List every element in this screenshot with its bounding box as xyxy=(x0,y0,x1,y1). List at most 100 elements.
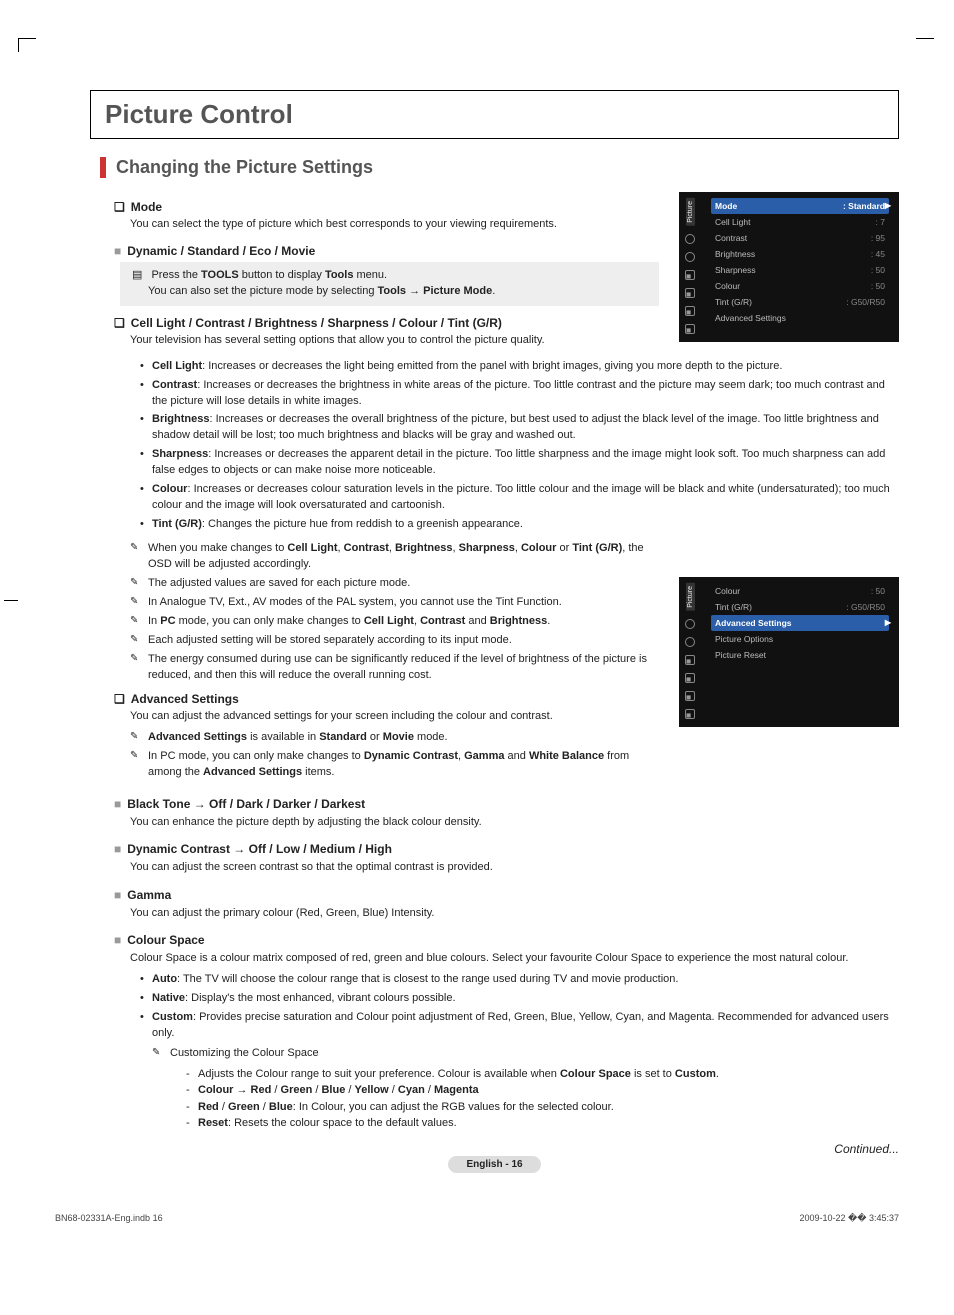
t: PC xyxy=(160,615,175,627)
osd-row: Colour: 50 xyxy=(711,278,889,294)
osd-panel-2: Picture Colour: 50Tint (G/R): G50/R50Adv… xyxy=(679,577,899,727)
t: . xyxy=(492,285,495,297)
t: or xyxy=(556,542,572,554)
t: Custom xyxy=(675,1068,716,1080)
osd-label: Brightness xyxy=(715,249,755,259)
t: TOOLS xyxy=(201,269,239,281)
osd-label: Sharpness xyxy=(715,265,756,275)
osd-icon xyxy=(685,252,695,262)
list-item: Custom: Provides precise saturation and … xyxy=(140,1010,899,1132)
osd-row: Colour : 50 xyxy=(711,583,889,599)
note: The adjusted values are saved for each p… xyxy=(130,576,659,592)
t: : Increases or decreases the brightness … xyxy=(152,379,885,407)
t: : Increases or decreases colour saturati… xyxy=(152,483,890,511)
osd-value: : Standard xyxy=(843,201,885,211)
osd-row: Advanced Settings xyxy=(711,310,889,326)
settings-list: Cell Light: Increases or decreases the l… xyxy=(140,359,899,533)
dyncontrast-heading: Dynamic Contrast → Off / Low / Medium / … xyxy=(114,842,899,856)
osd-value: : 50 xyxy=(871,586,885,596)
note: Each adjusted setting will be stored sep… xyxy=(130,633,659,649)
page-number: English - 16 xyxy=(448,1156,540,1173)
osd-label: Contrast xyxy=(715,233,747,243)
osd-value: : 50 xyxy=(871,281,885,291)
osd-label: Colour xyxy=(715,586,740,596)
osd-icon xyxy=(685,637,695,647)
t: mode, you can only make changes to xyxy=(176,615,364,627)
t: / xyxy=(260,1101,269,1113)
t: and xyxy=(504,750,528,762)
section-title: Changing the Picture Settings xyxy=(100,157,899,178)
t: / xyxy=(389,1084,398,1096)
osd-icon xyxy=(685,709,695,719)
t: Advanced Settings xyxy=(203,766,302,778)
t: Auto xyxy=(152,973,177,985)
list-item: Reset: Resets the colour space to the de… xyxy=(186,1115,899,1132)
list-item: Auto: The TV will choose the colour rang… xyxy=(140,972,899,988)
t: Yellow xyxy=(355,1084,389,1096)
t: button to display xyxy=(239,269,325,281)
t: Contrast xyxy=(152,379,197,391)
t: : Provides precise saturation and Colour… xyxy=(152,1011,889,1039)
t: . xyxy=(716,1068,719,1080)
t: items. xyxy=(302,766,334,778)
t: Blue xyxy=(321,1084,345,1096)
t: is set to xyxy=(631,1068,675,1080)
osd-icon xyxy=(685,619,695,629)
osd-icon xyxy=(685,270,695,280)
cspace-heading: Colour Space xyxy=(114,933,899,947)
t: . xyxy=(547,615,550,627)
t: In PC mode, you can only make changes to xyxy=(148,750,364,762)
t: and xyxy=(465,615,489,627)
osd-label: Advanced Settings xyxy=(715,313,786,323)
osd-label: Picture Options xyxy=(715,634,773,644)
osd-row: Picture Reset xyxy=(711,647,889,663)
t: Contrast xyxy=(420,615,465,627)
t: Brightness xyxy=(152,413,209,425)
t: Sharpness xyxy=(459,542,515,554)
blacktone-heading: Black Tone → Off / Dark / Darker / Darke… xyxy=(114,797,899,811)
t: : Display's the most enhanced, vibrant c… xyxy=(185,992,456,1004)
osd-icon xyxy=(685,324,695,334)
main-title: Picture Control xyxy=(105,99,884,130)
t: : Resets the colour space to the default… xyxy=(228,1117,457,1129)
osd-value: : 7 xyxy=(876,217,885,227)
cspace-intro: Colour Space is a colour matrix composed… xyxy=(130,951,899,966)
t: Custom xyxy=(152,1011,193,1023)
t: Cell Light xyxy=(364,615,414,627)
osd-label: Mode xyxy=(715,201,737,211)
settings-heading: Cell Light / Contrast / Brightness / Sha… xyxy=(114,316,659,330)
list-item: Sharpness: Increases or decreases the ap… xyxy=(140,447,899,479)
osd-row: Tint (G/R): G50/R50 xyxy=(711,294,889,310)
t: You can also set the picture mode by sel… xyxy=(148,285,378,297)
osd-icon xyxy=(685,234,695,244)
t: Green xyxy=(228,1101,260,1113)
osd-side-label: Picture xyxy=(686,583,695,611)
note: The energy consumed during use can be si… xyxy=(130,652,659,684)
osd-panel-1: Picture Mode: StandardCell Light: 7Contr… xyxy=(679,192,899,342)
t: Contrast xyxy=(344,542,389,554)
gamma-body: You can adjust the primary colour (Red, … xyxy=(130,906,899,921)
note: When you make changes to Cell Light, Con… xyxy=(130,541,659,573)
list-item: Contrast: Increases or decreases the bri… xyxy=(140,378,899,410)
note: In Analogue TV, Ext., AV modes of the PA… xyxy=(130,595,659,611)
t: Blue xyxy=(269,1101,293,1113)
t: / xyxy=(271,1084,280,1096)
t: Cyan xyxy=(398,1084,425,1096)
t: Tools xyxy=(325,269,354,281)
advanced-intro: You can adjust the advanced settings for… xyxy=(130,709,659,724)
osd-side-label: Picture xyxy=(686,198,695,226)
tools-note: Press the TOOLS button to display Tools … xyxy=(120,262,659,306)
t: Colour xyxy=(152,483,187,495)
custom-dashes: Adjusts the Colour range to suit your pr… xyxy=(186,1066,899,1132)
t: Brightness xyxy=(490,615,547,627)
t: menu. xyxy=(353,269,387,281)
t: Native xyxy=(152,992,185,1004)
t: : The TV will choose the colour range th… xyxy=(177,973,678,985)
t: Magenta xyxy=(434,1084,479,1096)
t: Cell Light xyxy=(152,360,202,372)
settings-intro: Your television has several setting opti… xyxy=(130,333,659,348)
t: Colour Space xyxy=(560,1068,631,1080)
continued: Continued... xyxy=(834,1142,899,1156)
advanced-notes: Advanced Settings is available in Standa… xyxy=(130,730,659,781)
t: Tint (G/R) xyxy=(572,542,622,554)
